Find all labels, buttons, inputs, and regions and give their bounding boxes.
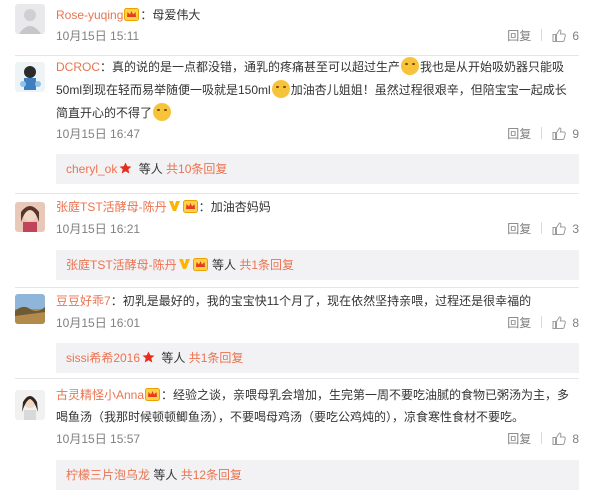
verified-v-icon[interactable] bbox=[168, 200, 181, 212]
reply-button[interactable]: 回复 bbox=[507, 29, 531, 43]
member-crown-icon[interactable] bbox=[124, 8, 139, 21]
like-count: 8 bbox=[572, 316, 579, 330]
reply-summary[interactable]: 张庭TST活酵母-陈丹 等人 共1条回复 bbox=[56, 250, 579, 280]
reply-summary[interactable]: 柠檬三片泡乌龙 等人 共12条回复 bbox=[56, 460, 579, 490]
username-link[interactable]: Rose-yuqing bbox=[56, 8, 123, 22]
view-replies-link[interactable]: 共10条回复 bbox=[166, 162, 227, 176]
like-count: 6 bbox=[572, 29, 579, 43]
reply-username-link[interactable]: 柠檬三片泡乌龙 bbox=[66, 468, 150, 482]
view-replies-link[interactable]: 共1条回复 bbox=[189, 351, 244, 365]
star-badge-icon bbox=[142, 351, 155, 363]
username-link[interactable]: 豆豆好乖7 bbox=[56, 294, 111, 308]
comment-time: 10月15日 15:57 bbox=[56, 432, 141, 446]
username-link[interactable]: DCROC bbox=[56, 60, 100, 74]
member-crown-icon[interactable] bbox=[145, 388, 160, 401]
reply-summary[interactable]: sissi希希2016 等人 共1条回复 bbox=[56, 343, 579, 373]
comment-text: 母爱伟大 bbox=[152, 8, 201, 22]
avatar[interactable] bbox=[15, 294, 45, 324]
comment-text: 加油杏妈妈 bbox=[210, 200, 271, 214]
reply-username-link[interactable]: 张庭TST活酵母-陈丹 bbox=[66, 258, 177, 272]
like-icon[interactable] bbox=[552, 222, 566, 235]
member-crown-icon[interactable] bbox=[183, 200, 198, 213]
member-crown-icon bbox=[193, 258, 208, 271]
like-icon[interactable] bbox=[552, 127, 566, 140]
like-icon[interactable] bbox=[552, 432, 566, 445]
avatar[interactable] bbox=[15, 4, 45, 34]
divider bbox=[15, 193, 579, 194]
reply-button[interactable]: 回复 bbox=[507, 432, 531, 446]
reply-username-link[interactable]: sissi希希2016 bbox=[66, 351, 140, 365]
avatar[interactable] bbox=[15, 390, 45, 420]
comment-text: 初乳是最好的，我的宝宝快11个月了，现在依然坚持亲喂，过程还是很幸福的 bbox=[122, 294, 532, 308]
reply-username-link[interactable]: cheryl_ok bbox=[66, 162, 117, 176]
reply-summary[interactable]: cheryl_ok 等人 共10条回复 bbox=[56, 154, 579, 184]
avatar[interactable] bbox=[15, 202, 45, 232]
like-count: 8 bbox=[572, 432, 579, 446]
like-count: 9 bbox=[572, 127, 579, 141]
username-link[interactable]: 张庭TST活酵母-陈丹 bbox=[56, 200, 167, 214]
view-replies-link[interactable]: 共1条回复 bbox=[239, 258, 294, 272]
verified-v-icon bbox=[178, 258, 191, 270]
reply-button[interactable]: 回复 bbox=[507, 127, 531, 141]
view-replies-link[interactable]: 共12条回复 bbox=[181, 468, 242, 482]
comment-text: 真的说的是一点都没错，通乳的疼痛甚至可以超过生产 bbox=[112, 60, 401, 74]
comment-time: 10月15日 16:47 bbox=[56, 127, 141, 141]
username-link[interactable]: 古灵精怪小Anna bbox=[56, 388, 144, 402]
avatar[interactable] bbox=[15, 62, 45, 92]
star-badge-icon bbox=[119, 162, 132, 174]
like-icon[interactable] bbox=[552, 316, 566, 329]
divider bbox=[15, 287, 579, 288]
shy-emoji-icon bbox=[271, 80, 290, 98]
comment-time: 10月15日 15:11 bbox=[56, 29, 140, 43]
surprised-emoji-icon bbox=[153, 103, 172, 121]
reply-button[interactable]: 回复 bbox=[507, 222, 531, 236]
comment-time: 10月15日 16:21 bbox=[56, 222, 141, 236]
comment-time: 10月15日 16:01 bbox=[56, 316, 141, 330]
comment-text: 经验之谈，亲喂母乳会增加，生完第一周不要吃油腻的食物已粥汤为主，多 bbox=[173, 388, 570, 402]
divider bbox=[15, 378, 579, 379]
like-icon[interactable] bbox=[552, 29, 566, 42]
sad-emoji-icon bbox=[401, 57, 420, 75]
reply-button[interactable]: 回复 bbox=[507, 316, 531, 330]
like-count: 3 bbox=[572, 222, 579, 236]
